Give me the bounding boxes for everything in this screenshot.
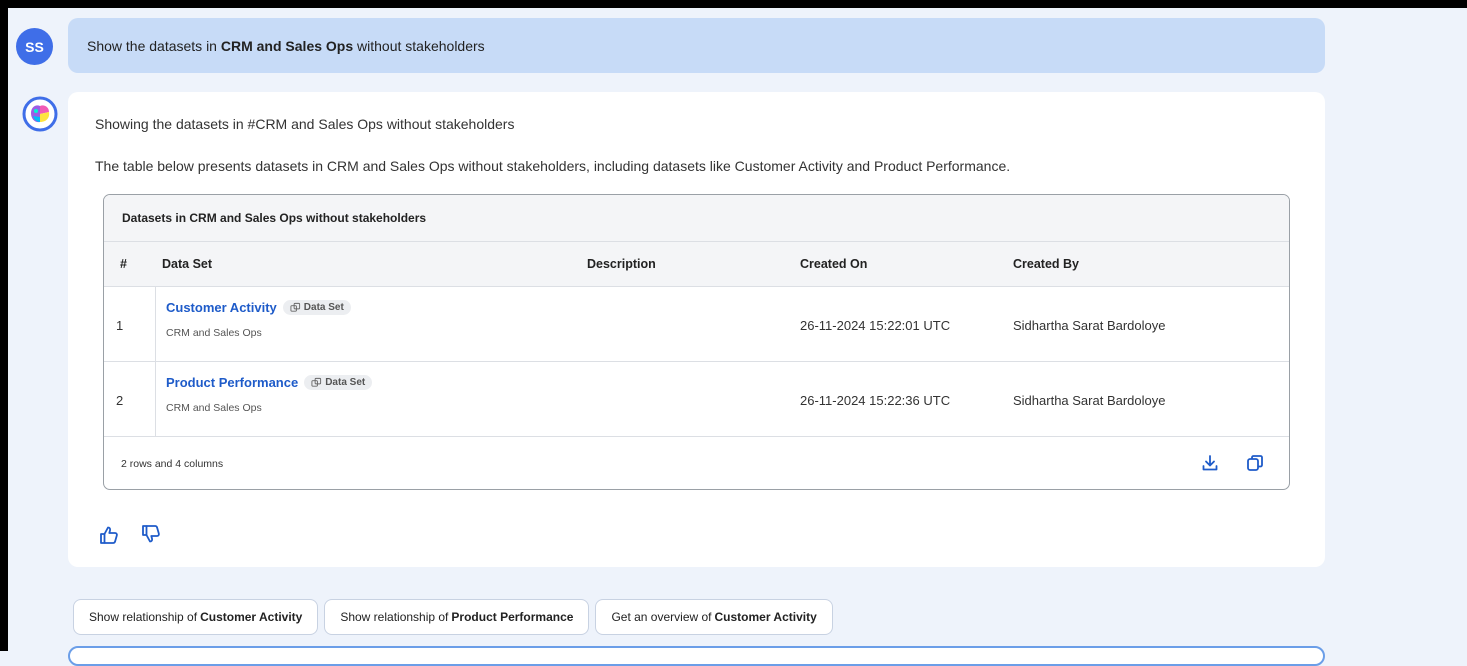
dataset-link-customer-activity[interactable]: Customer Activity xyxy=(166,300,277,315)
table-title: Datasets in CRM and Sales Ops without st… xyxy=(104,195,1289,242)
dataset-domain: CRM and Sales Ops xyxy=(166,327,262,339)
suggestion-chips: Show relationship of Customer Activity Sh… xyxy=(73,599,833,635)
header-created-on: Created On xyxy=(800,257,868,271)
header-description: Description xyxy=(587,257,656,271)
table-footer: 2 rows and 4 columns xyxy=(104,437,1289,489)
thumbs-up-icon[interactable] xyxy=(98,524,120,546)
user-query-prefix: Show the datasets in xyxy=(87,37,217,54)
dataset-chip: Data Set xyxy=(304,375,373,390)
dataset-name-cell: Customer Activity Data Set xyxy=(166,300,351,315)
response-heading: Showing the datasets in #CRM and Sales O… xyxy=(95,116,515,132)
table-row: 2 Product Performance Data Set CRM and S… xyxy=(104,362,1289,437)
user-message: Show the datasets in CRM and Sales Ops w… xyxy=(68,18,1325,73)
suggestion-prefix: Show relationship of xyxy=(340,610,449,624)
suggestion-overview-customer-activity[interactable]: Get an overview of Customer Activity xyxy=(595,599,833,635)
row-divider xyxy=(155,362,156,437)
suggestion-bold: Customer Activity xyxy=(200,610,303,624)
response-summary: The table below presents datasets in CRM… xyxy=(95,158,1011,174)
user-avatar: SS xyxy=(16,28,53,65)
created-by-value: Sidhartha Sarat Bardoloye xyxy=(1013,318,1166,333)
created-by-value: Sidhartha Sarat Bardoloye xyxy=(1013,393,1166,408)
dataset-link-product-performance[interactable]: Product Performance xyxy=(166,375,298,390)
user-avatar-initials: SS xyxy=(25,38,44,55)
header-created-by: Created By xyxy=(1013,257,1079,271)
download-icon xyxy=(1202,455,1218,471)
dataset-chip: Data Set xyxy=(282,300,351,315)
dataset-chip-label: Data Set xyxy=(325,377,366,388)
copy-button[interactable] xyxy=(1243,451,1267,475)
datasets-table: Datasets in CRM and Sales Ops without st… xyxy=(103,194,1290,490)
row-num: 1 xyxy=(116,318,124,333)
dataset-icon xyxy=(290,302,300,312)
row-divider xyxy=(155,287,156,362)
thumbs-down-icon[interactable] xyxy=(140,523,162,545)
suggestion-relationship-customer-activity[interactable]: Show relationship of Customer Activity xyxy=(73,599,319,635)
dataset-chip-label: Data Set xyxy=(303,302,344,313)
dataset-icon xyxy=(311,377,322,387)
download-button[interactable] xyxy=(1198,451,1222,475)
table-row: 1 Customer Activity Data Set CRM and Sal… xyxy=(104,287,1289,362)
left-edge xyxy=(0,0,8,651)
dataset-name-cell: Product Performance Data Set xyxy=(166,375,373,390)
suggestion-bold: Customer Activity xyxy=(714,610,817,624)
table-header-row: # Data Set Description Created On Create… xyxy=(104,242,1289,287)
row-num: 2 xyxy=(116,393,124,408)
header-num: # xyxy=(120,257,127,271)
suggestion-relationship-product-performance[interactable]: Show relationship of Product Performance xyxy=(324,599,590,635)
created-on-value: 26-11-2024 15:22:36 UTC xyxy=(800,393,951,408)
user-query-bold: CRM and Sales Ops xyxy=(220,37,354,54)
suggestion-bold: Product Performance xyxy=(451,610,574,624)
chat-input[interactable] xyxy=(68,646,1325,666)
suggestion-prefix: Get an overview of xyxy=(611,610,712,624)
table-summary: 2 rows and 4 columns xyxy=(121,458,224,470)
suggestion-prefix: Show relationship of xyxy=(89,610,198,624)
header-dataset: Data Set xyxy=(162,257,213,271)
bot-response-card: Showing the datasets in #CRM and Sales O… xyxy=(68,92,1325,567)
user-query-suffix: without stakeholders xyxy=(357,37,485,54)
dataset-domain: CRM and Sales Ops xyxy=(166,402,262,414)
bot-avatar-icon xyxy=(22,96,58,132)
created-on-value: 26-11-2024 15:22:01 UTC xyxy=(800,318,951,333)
copy-icon xyxy=(1247,455,1263,471)
top-edge xyxy=(0,0,1467,8)
